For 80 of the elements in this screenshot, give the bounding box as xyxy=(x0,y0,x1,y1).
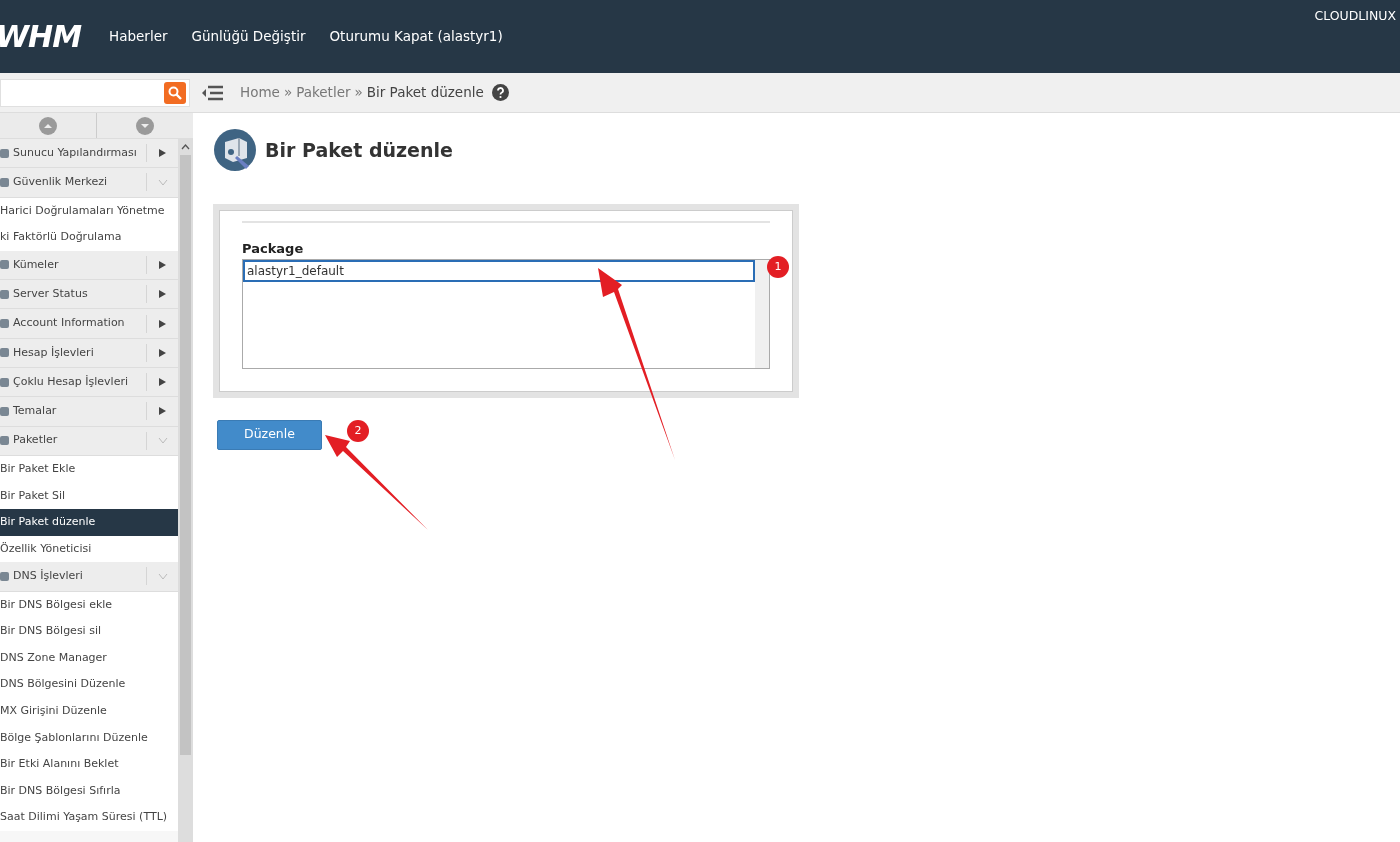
breadcrumb-separator: » xyxy=(283,83,293,103)
edit-button[interactable]: Düzenle xyxy=(217,419,322,450)
sidebar-category[interactable]: Sunucu Yapılandırması xyxy=(0,139,178,169)
help-icon[interactable] xyxy=(491,84,509,101)
field-label: Package xyxy=(242,240,305,258)
sidebar-link[interactable]: Bir DNS Bölgesi ekle xyxy=(0,591,178,619)
scroll-down-icon[interactable] xyxy=(136,116,154,135)
expand-arrow-icon xyxy=(159,348,166,357)
search-button[interactable] xyxy=(164,81,186,104)
sidebar-category[interactable]: Server Status xyxy=(0,280,178,310)
expand-arrow-icon xyxy=(159,319,166,328)
package-listbox[interactable]: alastyr1_default xyxy=(242,258,770,369)
category-label: Kümeler xyxy=(12,256,60,273)
sidebar-category[interactable]: Çoklu Hesap İşlevleri xyxy=(0,367,178,398)
search-icon xyxy=(168,85,182,100)
category-icon xyxy=(0,259,9,271)
category-label: Server Status xyxy=(12,285,89,302)
category-label: Temalar xyxy=(12,403,58,420)
sidebar-link[interactable]: Bir DNS Bölgesi Sıfırla xyxy=(0,777,178,805)
category-label: DNS İşlevleri xyxy=(12,568,84,585)
sidebar-link[interactable]: Harici Doğrulamaları Yönetme xyxy=(0,197,178,225)
breadcrumb-item[interactable]: Paketler xyxy=(296,82,351,103)
whm-logo[interactable]: WHM xyxy=(0,21,82,52)
category-icon xyxy=(0,347,9,359)
sidebar-category[interactable]: Kümeler xyxy=(0,250,178,281)
sidebar-category[interactable]: Hesap İşlevleri xyxy=(0,338,178,368)
scrollbar-thumb[interactable] xyxy=(180,155,191,755)
expand-arrow-icon xyxy=(159,260,166,269)
sidebar-link[interactable]: Bir Paket Ekle xyxy=(0,455,178,483)
sidebar-category[interactable]: Güvenlik Merkezi xyxy=(0,168,178,198)
category-label: Sunucu Yapılandırması xyxy=(12,144,138,161)
expand-arrow-icon xyxy=(159,149,166,158)
sidebar-link[interactable]: Özellik Yöneticisi xyxy=(0,535,178,563)
chevron-down-icon xyxy=(157,178,168,186)
sidebar-link[interactable]: Bir DNS Bölgesi sil xyxy=(0,618,178,645)
sidebar-link[interactable]: DNS Zone Manager xyxy=(0,644,178,672)
page-title: Bir Paket düzenle xyxy=(265,137,453,163)
category-icon xyxy=(0,318,9,329)
expand-arrow-icon xyxy=(159,290,166,299)
sidebar-link[interactable]: Bir Paket düzenle xyxy=(0,509,178,536)
sidebar-link[interactable]: Bir Paket Sil xyxy=(0,482,178,510)
category-label: Account Information xyxy=(12,315,126,332)
breadcrumb-item: Bir Paket düzenle xyxy=(366,83,484,103)
step-number: 2 xyxy=(347,420,369,442)
category-icon xyxy=(0,435,9,447)
brand-label: CLOUDLINUX xyxy=(1314,7,1396,25)
nav-link[interactable]: Haberler xyxy=(109,26,168,47)
sidebar-link[interactable]: DNS Bölgesini Düzenle xyxy=(0,671,178,698)
nav-link[interactable]: Oturumu Kapat (alastyr1) xyxy=(329,26,503,47)
menu-icon[interactable] xyxy=(202,84,224,101)
expand-arrow-icon xyxy=(159,378,166,387)
breadcrumb-separator: » xyxy=(354,83,363,103)
sidebar-category[interactable]: Temalar xyxy=(0,397,178,427)
category-icon xyxy=(0,405,9,417)
breadcrumb-item[interactable]: Home xyxy=(240,82,280,103)
package-edit-icon xyxy=(213,128,257,172)
chevron-down-icon xyxy=(157,572,168,580)
scroll-up-icon[interactable] xyxy=(39,116,57,135)
search-field[interactable] xyxy=(0,78,190,107)
category-icon xyxy=(0,147,9,159)
category-label: Paketler xyxy=(12,432,59,449)
expand-arrow-icon xyxy=(159,407,166,416)
category-label: Çoklu Hesap İşlevleri xyxy=(12,373,129,390)
category-icon xyxy=(0,570,9,582)
sidebar-category[interactable]: DNS İşlevleri xyxy=(0,562,178,592)
chevron-down-icon xyxy=(157,437,168,445)
category-label: Güvenlik Merkezi xyxy=(12,174,109,191)
category-label: Hesap İşlevleri xyxy=(12,344,95,361)
sidebar-link[interactable]: Saat Dilimi Yaşam Süresi (TTL) xyxy=(0,804,178,831)
sidebar-link[interactable]: Bölge Şablonlarını Düzenle xyxy=(0,724,178,752)
nav-link[interactable]: Günlüğü Değiştir xyxy=(191,26,306,47)
sidebar-link[interactable]: ki Faktörlü Doğrulama xyxy=(0,224,178,251)
sidebar-category[interactable]: Account Information xyxy=(0,309,178,339)
listbox-option[interactable]: alastyr1_default xyxy=(243,259,755,282)
category-icon xyxy=(0,288,9,300)
category-icon xyxy=(0,376,9,388)
sidebar-category[interactable]: Paketler xyxy=(0,426,178,456)
sidebar-link[interactable]: MX Girişini Düzenle xyxy=(0,697,178,725)
category-icon xyxy=(0,176,9,188)
sidebar-link[interactable]: Bir Etki Alanını Beklet xyxy=(0,751,178,778)
